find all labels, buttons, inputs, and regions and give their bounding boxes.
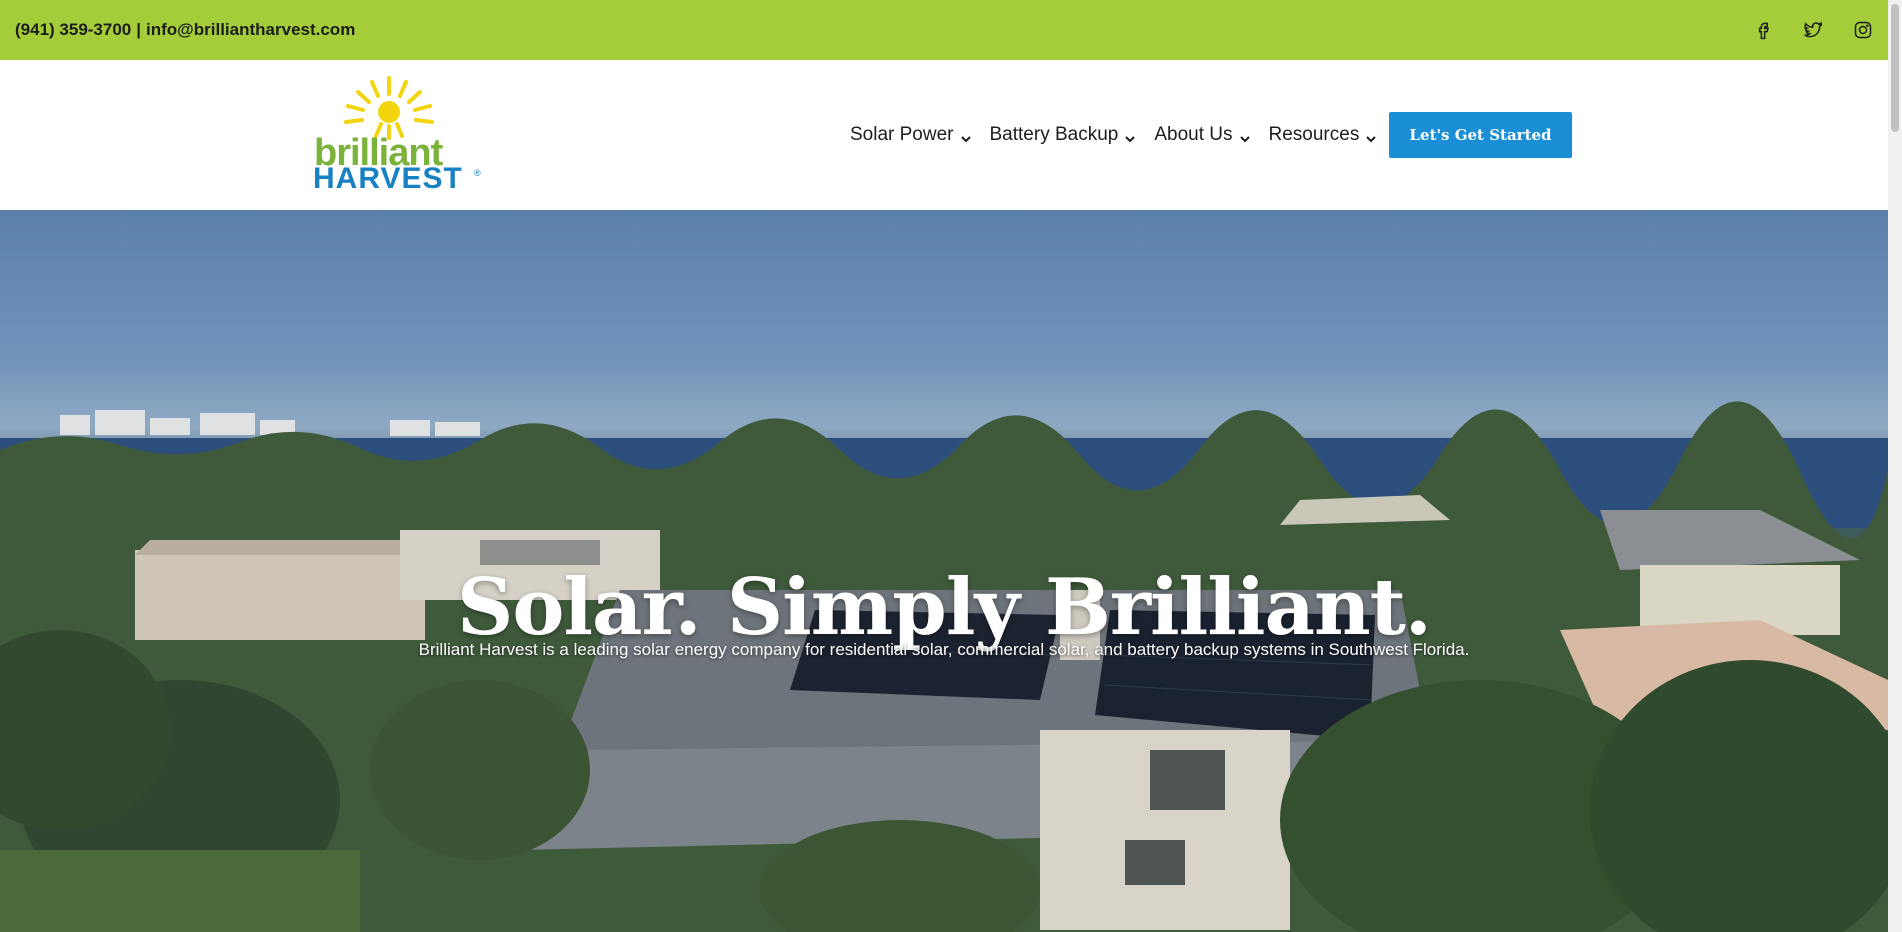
contact-info: (941) 359-3700 | info@brilliantharvest.c… — [15, 0, 355, 60]
chevron-down-icon — [1239, 129, 1251, 143]
social-links — [1752, 0, 1874, 60]
scrollbar-thumb[interactable] — [1891, 4, 1899, 132]
nav-item-label: About Us — [1154, 124, 1233, 145]
top-bar: (941) 359-3700 | info@brilliantharvest.c… — [0, 0, 1888, 60]
instagram-icon[interactable] — [1852, 19, 1874, 41]
chevron-down-icon — [960, 129, 972, 143]
nav-item-resources[interactable]: Resources — [1269, 124, 1378, 146]
nav-item-battery-backup[interactable]: Battery Backup — [990, 124, 1137, 146]
nav-item-label: Resources — [1268, 124, 1360, 145]
nav-item-label: Solar Power — [850, 124, 954, 145]
main-nav: Solar Power Battery Backup About Us Reso… — [850, 60, 1377, 210]
site-header: brilliant HARVEST ® Solar Power Battery … — [0, 60, 1888, 210]
hero-section: Solar. Simply Brilliant. Brilliant Harve… — [0, 210, 1888, 932]
hero-subtitle: Brilliant Harvest is a leading solar ene… — [418, 640, 1470, 659]
logo-registered-mark: ® — [474, 168, 481, 178]
nav-item-about-us[interactable]: About Us — [1154, 124, 1250, 146]
nav-item-solar-power[interactable]: Solar Power — [850, 124, 972, 146]
phone-link[interactable]: (941) 359-3700 — [15, 20, 131, 40]
nav-item-label: Battery Backup — [989, 124, 1119, 145]
logo-word-harvest: HARVEST — [313, 162, 463, 195]
brilliant-harvest-logo[interactable]: brilliant HARVEST ® — [312, 76, 482, 195]
contact-separator: | — [136, 20, 142, 39]
facebook-icon[interactable] — [1752, 19, 1774, 41]
get-started-button[interactable]: Let's Get Started — [1389, 112, 1572, 158]
twitter-icon[interactable] — [1802, 19, 1824, 41]
chevron-down-icon — [1124, 129, 1136, 143]
email-link[interactable]: info@brilliantharvest.com — [146, 20, 355, 40]
chevron-down-icon — [1365, 129, 1377, 143]
page-scrollbar[interactable] — [1888, 0, 1902, 932]
